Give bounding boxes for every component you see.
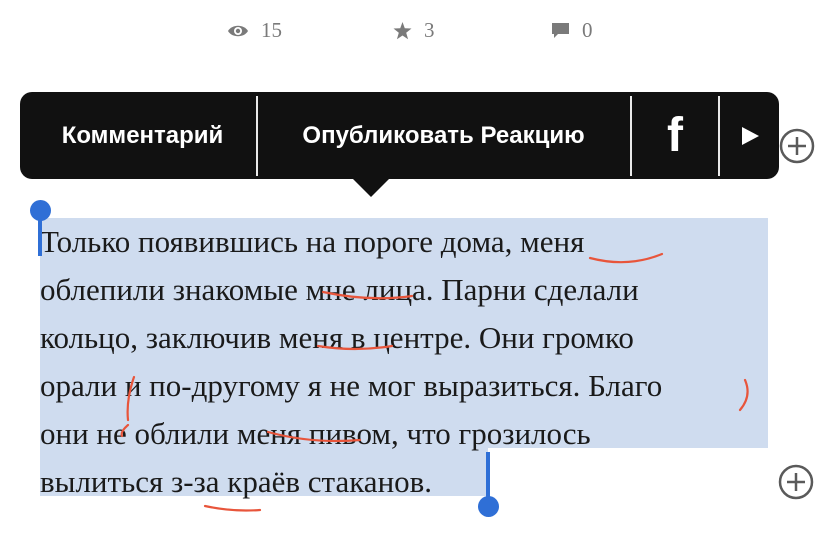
selection-end-caret — [486, 452, 490, 498]
selection-end-handle[interactable] — [478, 496, 499, 517]
spellcheck-mark — [203, 504, 262, 512]
spellcheck-mark — [316, 344, 394, 351]
spellcheck-mark — [588, 252, 664, 264]
spellcheck-mark — [120, 423, 130, 438]
spellcheck-mark — [321, 290, 414, 300]
selection-start-caret — [38, 218, 42, 256]
spellcheck-mark — [126, 375, 136, 422]
spellcheck-mark — [266, 430, 362, 443]
spellcheck-mark — [738, 378, 749, 412]
spellcheck-underlines — [120, 252, 749, 512]
